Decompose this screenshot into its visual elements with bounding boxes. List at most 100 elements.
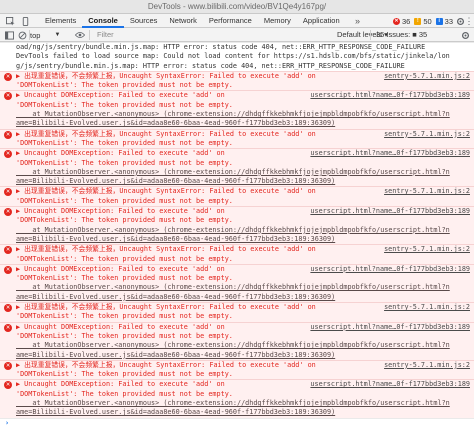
eye-icon[interactable]	[74, 28, 86, 42]
tab-network[interactable]: Network	[163, 14, 203, 28]
error-icon: ✕	[4, 188, 12, 197]
error-icon: ✕	[392, 17, 400, 25]
clear-console-icon[interactable]	[17, 28, 27, 42]
warning-count[interactable]: ! 50	[414, 16, 432, 26]
error-icon: ✕	[4, 381, 12, 390]
inspect-icon[interactable]	[4, 14, 16, 28]
toolbar-divider	[89, 30, 90, 40]
context-selector[interactable]: top ▼	[30, 28, 60, 42]
source-link[interactable]: userscript.html?name…0f-f177bbd3eb3:189	[306, 207, 470, 217]
source-link[interactable]: userscript.html?name…0f-f177bbd3eb3:189	[306, 149, 470, 159]
source-link[interactable]: sentry-5.7.1.min.js:2	[380, 245, 470, 255]
stack-trace-link[interactable]: ame=Bilibili-Evolved.user.js&id=adaa8e60…	[16, 119, 470, 128]
prompt-caret-icon: ›	[5, 418, 10, 427]
error-message[interactable]: ✕ ▶ 出现重复错误，不会频繁上报，Uncaught SyntaxError: F…	[0, 128, 474, 149]
message-line: 'DOMTokenList': The token provided must …	[16, 81, 233, 90]
error-icon: ✕	[4, 150, 12, 159]
device-toolbar-icon[interactable]	[19, 14, 31, 28]
message-line: 'DOMTokenList': The token provided must …	[16, 100, 233, 109]
stack-trace-link[interactable]: at MutationObserver.<anonymous> (chrome-…	[16, 341, 470, 350]
stack-trace-link[interactable]: ame=Bilibili-Evolved.user.js&id=adaa8e60…	[16, 177, 470, 186]
error-count-value: 36	[401, 16, 411, 26]
error-count[interactable]: ✕ 36	[392, 16, 411, 26]
info-count[interactable]: i 33	[435, 16, 453, 26]
message-line: 'DOMTokenList': The token provided must …	[16, 274, 233, 283]
toolbar-divider	[370, 30, 371, 40]
tab-application[interactable]: Application	[297, 14, 346, 28]
window-title: DevTools - www.bilibili.com/video/BV1Qe4…	[147, 2, 327, 11]
info-count-value: 33	[444, 16, 453, 26]
kebab-icon[interactable]: ⋮	[465, 14, 474, 28]
error-message[interactable]: ✕ ▶ 出现重复错误，不会频繁上报，Uncaught SyntaxError: F…	[0, 302, 474, 322]
stack-trace-link[interactable]: at MutationObserver.<anonymous> (chrome-…	[16, 110, 470, 119]
sidebar-icon[interactable]	[4, 28, 14, 42]
source-link[interactable]: sentry-5.7.1.min.js:2	[380, 129, 470, 139]
warning-count-value: 50	[423, 16, 432, 26]
error-icon: ✕	[4, 130, 12, 139]
error-icon: ✕	[4, 304, 12, 313]
stack-trace-link[interactable]: ame=Bilibili-Evolved.user.js&id=adaa8e60…	[16, 235, 470, 244]
error-message[interactable]: ✕ ▶ Uncaught DOMException: Failed to exec…	[0, 379, 474, 418]
error-message[interactable]: ✕ ▶ Uncaught DOMException: Failed to exec…	[0, 321, 474, 360]
source-link[interactable]: userscript.html?name…0f-f177bbd3eb3:189	[306, 264, 470, 275]
error-message[interactable]: ✕ ▶ Uncaught DOMException: Failed to exec…	[0, 206, 474, 245]
source-link[interactable]: sentry-5.7.1.min.js:2	[380, 303, 470, 313]
message-line: 'DOMTokenList': The token provided must …	[16, 254, 233, 263]
source-link[interactable]: userscript.html?name…0f-f177bbd3eb3:189	[306, 380, 470, 390]
warning-icon: !	[414, 17, 422, 25]
message-line: 'DOMTokenList': The token provided must …	[16, 216, 233, 225]
error-message[interactable]: ✕ ▶ Uncaught DOMException: Failed to exec…	[0, 263, 474, 303]
stack-trace-link[interactable]: ame=Bilibili-Evolved.user.js&id=adaa8e60…	[16, 408, 470, 417]
tab-performance[interactable]: Performance	[203, 14, 258, 28]
source-link[interactable]: userscript.html?name…0f-f177bbd3eb3:189	[306, 91, 470, 101]
tab-memory[interactable]: Memory	[258, 14, 297, 28]
context-label: top	[30, 30, 41, 40]
error-icon: ✕	[4, 246, 12, 255]
error-icon: ✕	[4, 72, 12, 81]
source-link[interactable]: sentry-5.7.1.min.js:2	[380, 187, 470, 197]
gear-icon[interactable]	[455, 14, 465, 28]
error-message[interactable]: ✕ ▶ Uncaught DOMException: Failed to exec…	[0, 148, 474, 187]
message-line: oad/ng/js/sentry/bundle.min.js.map: HTTP…	[16, 43, 426, 51]
error-message[interactable]: ✕ ▶ Uncaught DOMException: Failed to exec…	[0, 90, 474, 129]
message-line: 'DOMTokenList': The token provided must …	[16, 389, 233, 398]
message-line: 'DOMTokenList': The token provided must …	[16, 331, 233, 340]
message-line: DevTools failed to load source map: Coul…	[16, 52, 450, 61]
source-link[interactable]: sentry-5.7.1.min.js:2	[380, 360, 470, 371]
console-toolbar: top ▼ Filter Default levels ▾ 35 Issues:…	[0, 28, 474, 42]
issues-button[interactable]: 35 Issues: ■ 35	[373, 30, 430, 40]
error-message[interactable]: ✕ ▶ 出现重复错误，不会频繁上报，Uncaught SyntaxError: F…	[0, 70, 474, 91]
more-tabs-button[interactable]: »	[355, 14, 360, 28]
stack-trace-link[interactable]: ame=Bilibili-Evolved.user.js&id=adaa8e60…	[16, 351, 470, 360]
log-message[interactable]: oad/ng/js/sentry/bundle.min.js.map: HTTP…	[0, 42, 474, 71]
tab-elements[interactable]: Elements	[39, 14, 82, 28]
error-message[interactable]: ✕ ▶ 出现重复错误，不会频繁上报，Uncaught SyntaxError: F…	[0, 186, 474, 207]
filter-input[interactable]: Filter	[97, 28, 114, 42]
error-icon: ✕	[4, 265, 12, 274]
window-titlebar: DevTools - www.bilibili.com/video/BV1Qe4…	[0, 0, 474, 14]
error-icon: ✕	[4, 361, 12, 370]
stack-trace-link[interactable]: at MutationObserver.<anonymous> (chrome-…	[16, 399, 470, 408]
console-prompt[interactable]: ›	[0, 417, 474, 430]
gear-icon[interactable]	[459, 28, 471, 42]
error-message[interactable]: ✕ ▶ 出现重复错误，不会频繁上报，Uncaught SyntaxError: F…	[0, 244, 474, 264]
stack-trace-link[interactable]: ame=Bilibili-Evolved.user.js&id=adaa8e60…	[16, 293, 470, 302]
devtools-tabbar: Elements Console Sources Network Performance…	[0, 14, 474, 28]
source-link[interactable]: userscript.html?name…0f-f177bbd3eb3:189	[306, 322, 470, 332]
stack-trace-link[interactable]: at MutationObserver.<anonymous> (chrome-…	[16, 226, 470, 235]
error-icon: ✕	[4, 92, 12, 101]
chevron-down-icon: ▼	[54, 32, 61, 38]
message-line: g/js/sentry/bundle.min.js.map: HTTP erro…	[16, 61, 405, 70]
tab-sources[interactable]: Sources	[124, 14, 164, 28]
stack-trace-link[interactable]: at MutationObserver.<anonymous> (chrome-…	[16, 168, 470, 177]
message-line: 'DOMTokenList': The token provided must …	[16, 196, 233, 205]
message-counts[interactable]: ✕ 36 ! 50 i 33	[389, 16, 453, 26]
stack-trace-link[interactable]: at MutationObserver.<anonymous> (chrome-…	[16, 283, 470, 292]
error-message[interactable]: ✕ ▶ 出现重复错误，不会频繁上报，Uncaught SyntaxError: F…	[0, 359, 474, 380]
source-link[interactable]: sentry-5.7.1.min.js:2	[380, 71, 470, 82]
message-line: 'DOMTokenList': The token provided must …	[16, 138, 233, 147]
message-line: 'DOMTokenList': The token provided must …	[16, 158, 233, 167]
message-line: 'DOMTokenList': The token provided must …	[16, 370, 233, 379]
console-messages[interactable]: oad/ng/js/sentry/bundle.min.js.map: HTTP…	[0, 42, 474, 433]
tab-console[interactable]: Console	[82, 14, 124, 28]
